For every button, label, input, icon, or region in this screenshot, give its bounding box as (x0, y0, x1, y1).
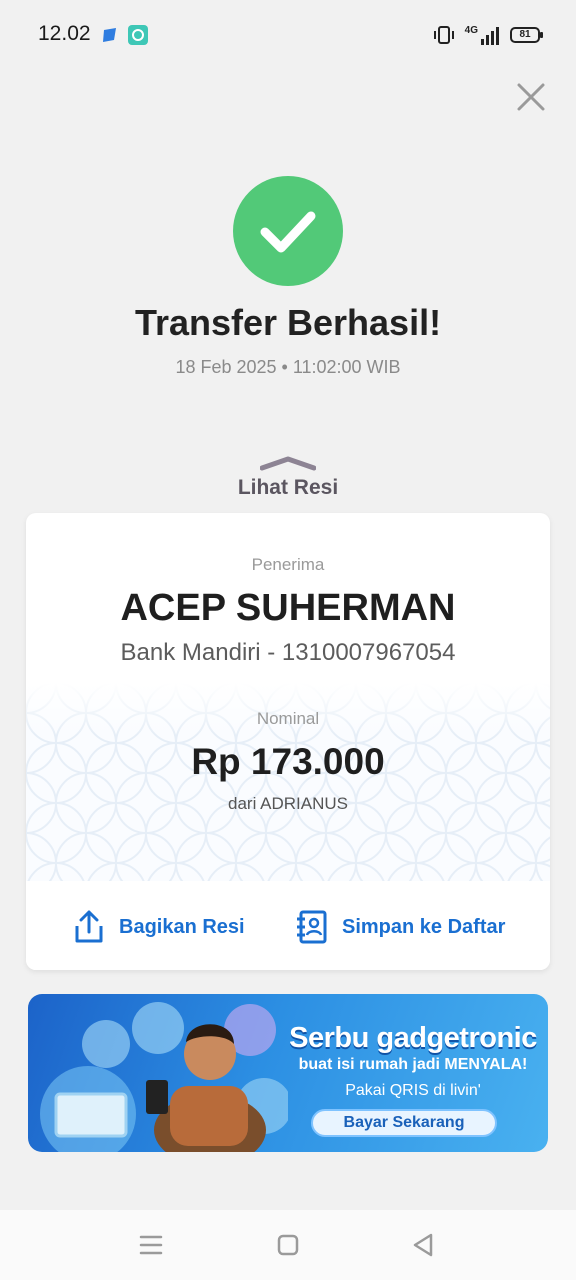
share-receipt-label: Bagikan Resi (119, 915, 245, 938)
signal-bars-icon (481, 27, 499, 45)
nominal-label: Nominal (256, 709, 320, 728)
home-square-icon (277, 1234, 299, 1256)
share-icon (75, 910, 103, 943)
chevron-up-icon (260, 456, 316, 471)
app-notification-icon (103, 28, 116, 42)
signal-indicator: 4G (465, 25, 500, 45)
network-type: 4G (464, 25, 478, 36)
nav-home-button[interactable] (273, 1232, 303, 1258)
recipient-bank-account: Bank Mandiri - 1310007967054 (120, 639, 456, 666)
status-bar: 12.02 4G 81 (0, 0, 576, 70)
close-button[interactable] (512, 78, 550, 116)
back-triangle-icon (413, 1233, 433, 1257)
chat-notification-icon (128, 25, 148, 45)
battery-icon: 81 (510, 27, 543, 43)
view-receipt-toggle[interactable]: Lihat Resi (188, 452, 388, 504)
promo-title: Serbu gadgetronic (289, 1022, 537, 1054)
contact-book-icon (297, 910, 327, 944)
receipt-actions: Bagikan Resi Simpan ke Daftar (26, 881, 550, 970)
sender-name: dari ADRIANUS (228, 794, 348, 813)
share-receipt-button[interactable]: Bagikan Resi (73, 907, 245, 947)
view-receipt-label: Lihat Resi (237, 476, 339, 499)
transfer-amount: Rp 173.000 (191, 741, 385, 782)
close-icon (517, 83, 545, 111)
save-to-list-label: Simpan ke Daftar (342, 915, 506, 938)
transaction-datetime: 18 Feb 2025 • 11:02:00 WIB (175, 357, 401, 377)
nav-back-button[interactable] (409, 1232, 439, 1258)
pay-now-button[interactable]: Bayar Sekarang (311, 1109, 497, 1137)
recipient-label: Penerima (251, 555, 325, 574)
status-indicators: 4G 81 (433, 24, 543, 46)
checkmark-icon (260, 211, 316, 253)
save-to-list-button[interactable]: Simpan ke Daftar (296, 907, 505, 947)
nav-menu-button[interactable] (137, 1232, 167, 1258)
vibrate-icon (433, 26, 454, 44)
promo-payment-text: Pakai QRIS di livin' (345, 1082, 481, 1099)
recipient-name: ACEP SUHERMAN (120, 587, 456, 629)
page-title: Transfer Berhasil! (134, 302, 442, 343)
promo-illustration (40, 1002, 288, 1152)
promo-subtitle: buat isi rumah jadi MENYALA! (298, 1056, 528, 1073)
status-time: 12.02 (38, 22, 91, 45)
success-badge (233, 176, 343, 286)
menu-icon (139, 1235, 163, 1255)
receipt-card: Penerima ACEP SUHERMAN Bank Mandiri - 13… (26, 513, 550, 970)
promo-banner[interactable]: Serbu gadgetronic buat isi rumah jadi ME… (28, 994, 548, 1152)
navigation-bar (0, 1210, 576, 1280)
